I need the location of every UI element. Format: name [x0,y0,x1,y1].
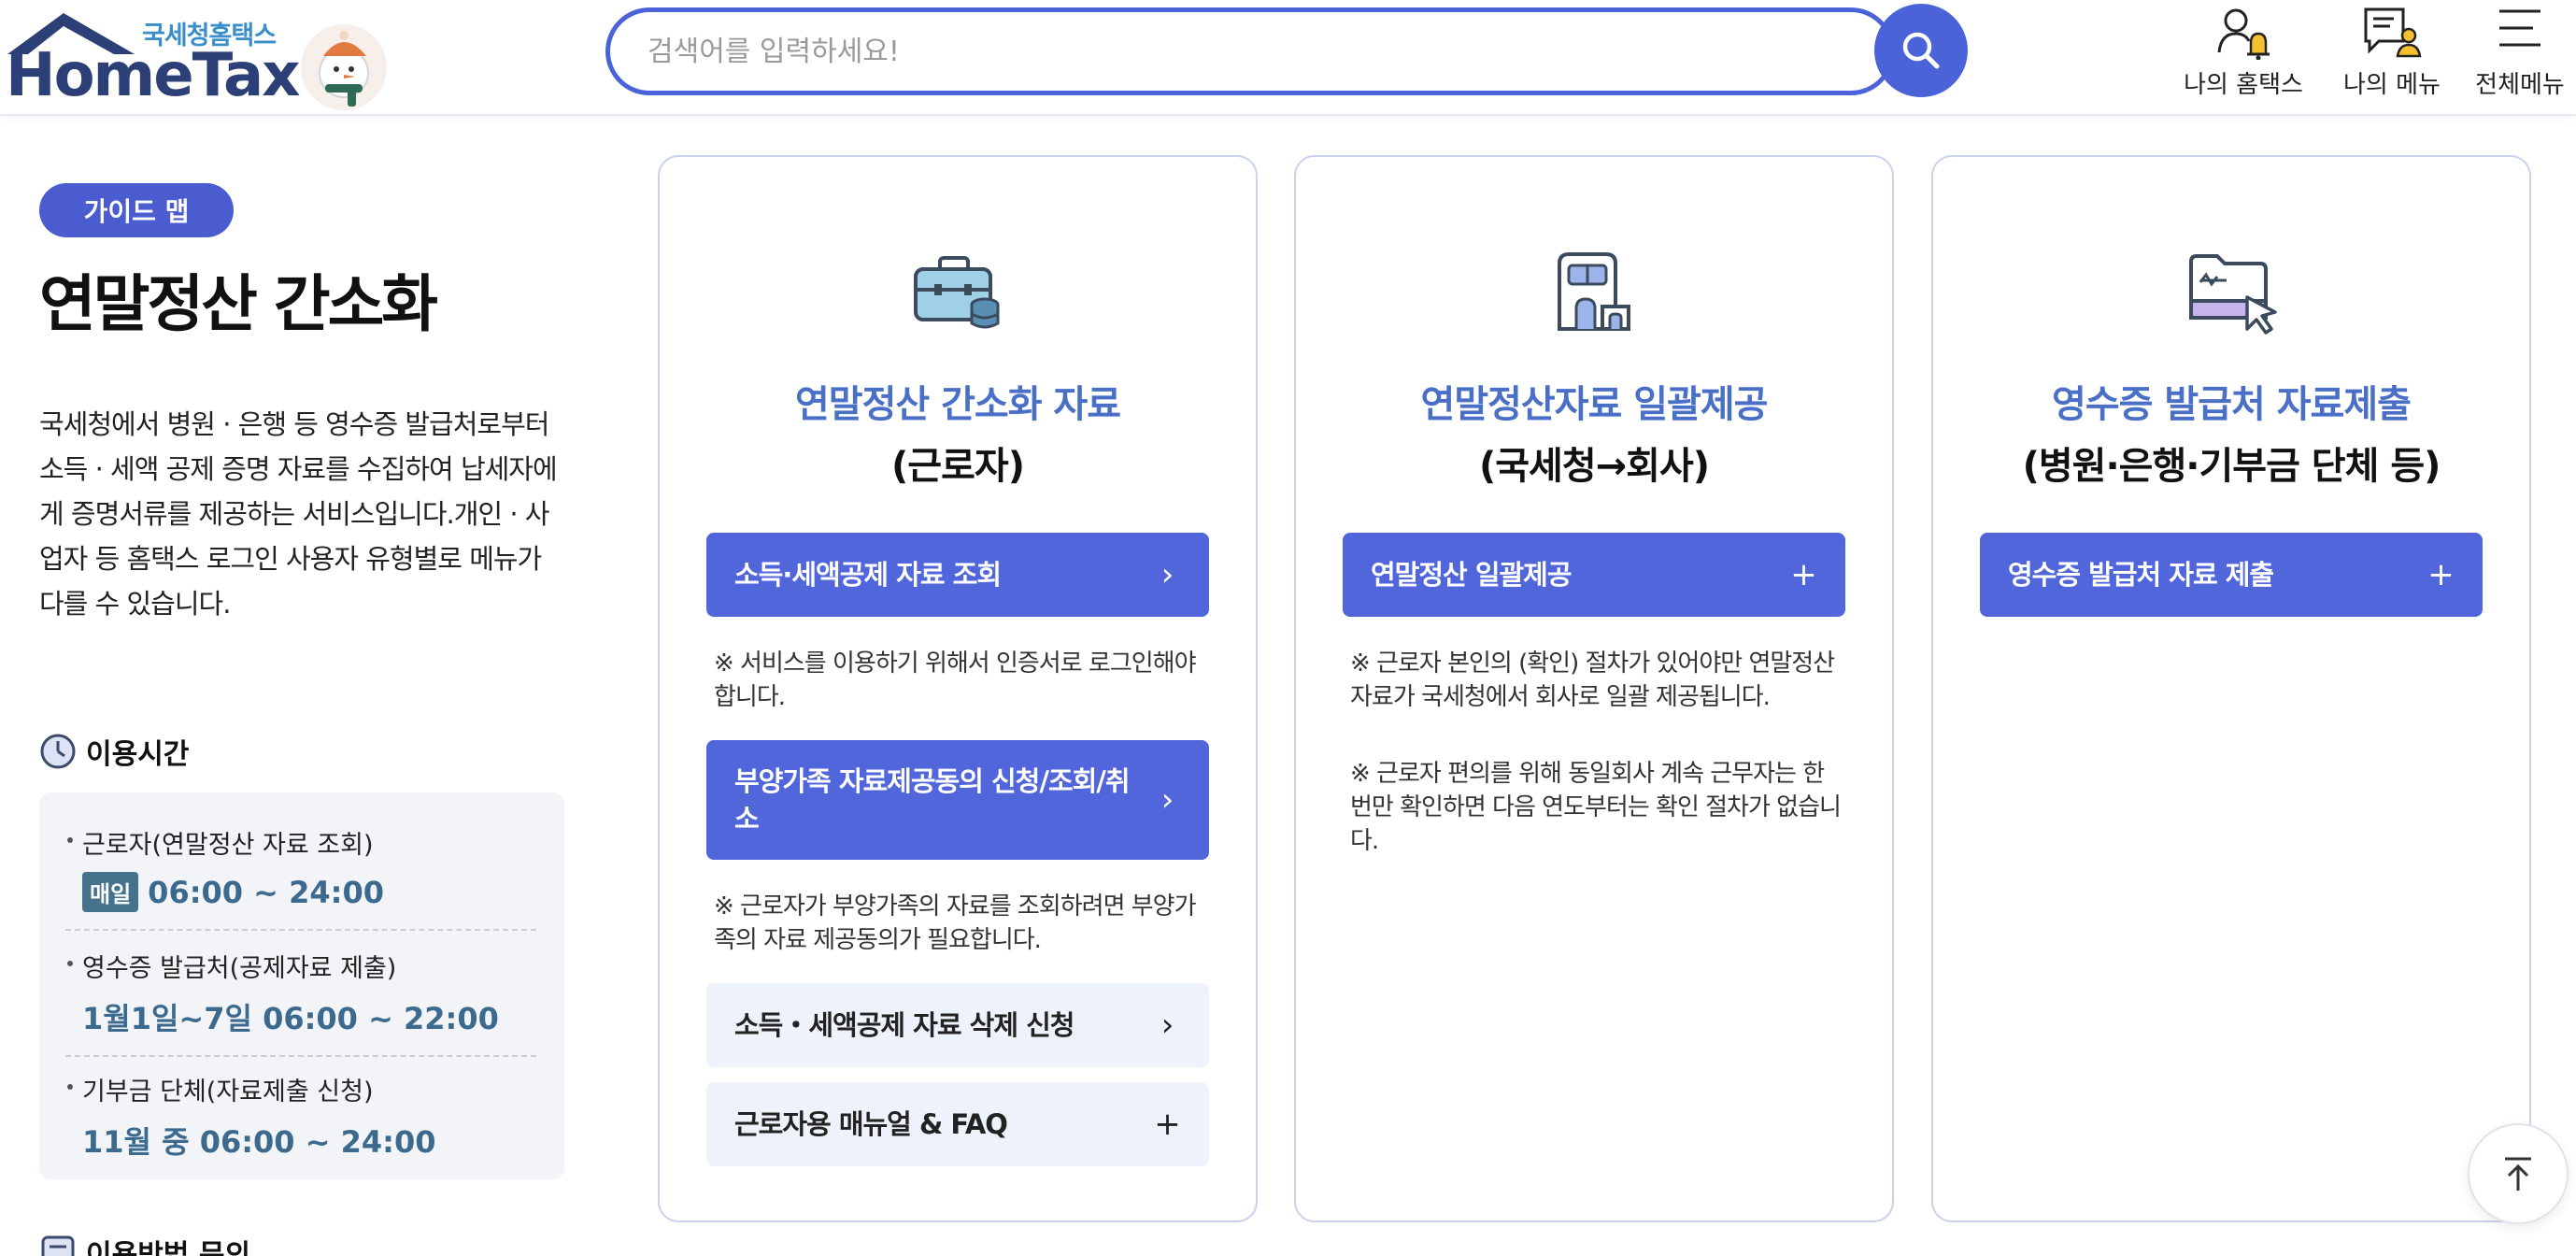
user-bell-icon [2217,8,2270,60]
button-label: 근로자용 매뉴얼 & FAQ [734,1108,1008,1140]
snowman-icon [301,24,387,110]
hours-time: 11월 중 06:00 ~ 24:00 [82,1124,436,1160]
daily-tag: 매일 [82,872,139,912]
header: 국세청홈택스 HomeTax 검색어를 입력하세요! 나의 홈택스 나의 메뉴 … [0,0,2576,116]
hours-time: 06:00 ~ 24:00 [148,874,384,910]
plus-icon: + [1790,556,1817,593]
search-button[interactable] [1874,4,1968,97]
button-label: 부양가족 자료제공동의 신청/조회/취소 [734,765,1131,835]
hometax-logo[interactable]: 국세청홈택스 HomeTax [4,6,396,110]
menu-user-icon [2364,7,2422,58]
card-simplified-data: 연말정산 간소화 자료 (근로자) 소득·세액공제 자료 조회 › ※ 서비스를… [658,155,1258,1222]
document-icon [41,1235,75,1256]
folder-cursor-icon [2189,254,2277,335]
deduction-data-inquiry-button[interactable]: 소득·세액공제 자료 조회 › [706,533,1209,617]
card-title: 연말정산 간소화 자료 [794,383,1121,426]
building-icon [1558,252,1630,331]
card-subtitle: (근로자) [891,445,1025,488]
scroll-to-top-button[interactable] [2468,1123,2569,1224]
service-description: 국세청에서 병원 · 은행 등 영수증 발급처로부터 소득 · 세액 공제 증명… [39,408,558,620]
logo-big-text: HomeTax [6,41,300,110]
dependent-consent-note: ※ 근로자가 부양가족의 자료를 조회하려면 부양가족의 자료 제공동의가 필요… [714,892,1197,954]
plus-icon: + [2427,556,2455,593]
chevron-right-icon: › [1160,556,1174,593]
receipt-issuer-submit-button[interactable]: 영수증 발급처 자료 제출 + [1980,533,2483,617]
chevron-right-icon: › [1160,1006,1174,1044]
divider [65,1055,536,1057]
nav-all-menu-label: 전체메뉴 [2475,71,2565,99]
hours-time: 1월1일~7일 06:00 ~ 22:00 [82,1001,499,1036]
nav-all-menu[interactable]: 전체메뉴 [2470,0,2569,103]
nav-my-hometax[interactable]: 나의 홈택스 [2173,0,2313,103]
bulk-provision-button[interactable]: 연말정산 일괄제공 + [1343,533,1845,617]
search-icon [1902,32,1940,69]
deduction-data-delete-button[interactable]: 소득・세액공제 자료 삭제 신청 › [706,983,1209,1067]
arrow-up-icon [2505,1157,2531,1191]
card-subtitle: (병원·은행·기부금 단체 등) [2022,445,2441,488]
hours-heading: 이용시간 [39,731,189,772]
page-title: 연말정산 간소화 [39,268,438,340]
dependent-consent-button[interactable]: 부양가족 자료제공동의 신청/조회/취소 › [706,740,1209,860]
divider [65,929,536,931]
button-label: 소득・세액공제 자료 삭제 신청 [734,1009,1075,1041]
certificate-login-note: ※ 서비스를 이용하기 위해서 인증서로 로그인해야 합니다. [714,649,1197,711]
confirmation-note: ※ 근로자 본인의 (확인) 절차가 있어야만 연말정산 자료가 국세청에서 회… [1350,649,1835,711]
usage-title: 이용방법 문의 [86,1239,251,1256]
worker-manual-faq-button[interactable]: 근로자용 매뉴얼 & FAQ + [706,1082,1209,1166]
card-bulk-provision: 연말정산자료 일괄제공 (국세청→회사) 연말정산 일괄제공 + ※ 근로자 본… [1294,155,1894,1222]
card-subtitle: (국세청→회사) [1478,445,1710,488]
plus-icon: + [1154,1106,1181,1143]
search-box [605,7,1895,95]
hours-row-worker: 근로자(연말정산 자료 조회) 매일 06:00 ~ 24:00 [65,824,536,931]
hours-box: 근로자(연말정산 자료 조회) 매일 06:00 ~ 24:00 영수증 발급처… [39,792,564,1179]
search-input[interactable] [648,31,1769,72]
usage-heading: 이용방법 문의 [39,1232,250,1256]
continuous-employee-note: ※ 근로자 편의를 위해 동일회사 계속 근무자는 한 번만 확인하면 다음 연… [1350,760,1842,855]
hours-title: 이용시간 [86,738,190,771]
briefcase-icon [914,256,1000,329]
chevron-right-icon: › [1160,781,1174,819]
clock-icon [40,734,76,769]
button-label: 영수증 발급처 자료 제출 [2008,559,2274,591]
button-label: 소득·세액공제 자료 조회 [734,559,1002,591]
card-receipt-issuer: 영수증 발급처 자료제출 (병원·은행·기부금 단체 등) 영수증 발급처 자료… [1931,155,2531,1222]
guide-map-badge: 가이드 맵 [39,183,234,237]
button-label: 연말정산 일괄제공 [1371,559,1573,591]
nav-my-menu[interactable]: 나의 메뉴 [2336,0,2448,103]
nav-my-menu-label: 나의 메뉴 [2343,71,2441,99]
hours-label: 기부금 단체(자료제출 신청) [65,1071,536,1107]
hamburger-icon [2499,9,2540,47]
card-title: 영수증 발급처 자료제출 [2052,383,2412,426]
hours-row-donation: 기부금 단체(자료제출 신청) 11월 중 06:00 ~ 24:00 [65,1071,536,1162]
hours-row-issuer: 영수증 발급처(공제자료 제출) 1월1일~7일 06:00 ~ 22:00 [65,948,536,1057]
hours-label: 근로자(연말정산 자료 조회) [65,824,536,861]
card-title: 연말정산자료 일괄제공 [1420,383,1769,426]
nav-my-hometax-label: 나의 홈택스 [2184,71,2303,99]
hours-label: 영수증 발급처(공제자료 제출) [65,948,536,984]
